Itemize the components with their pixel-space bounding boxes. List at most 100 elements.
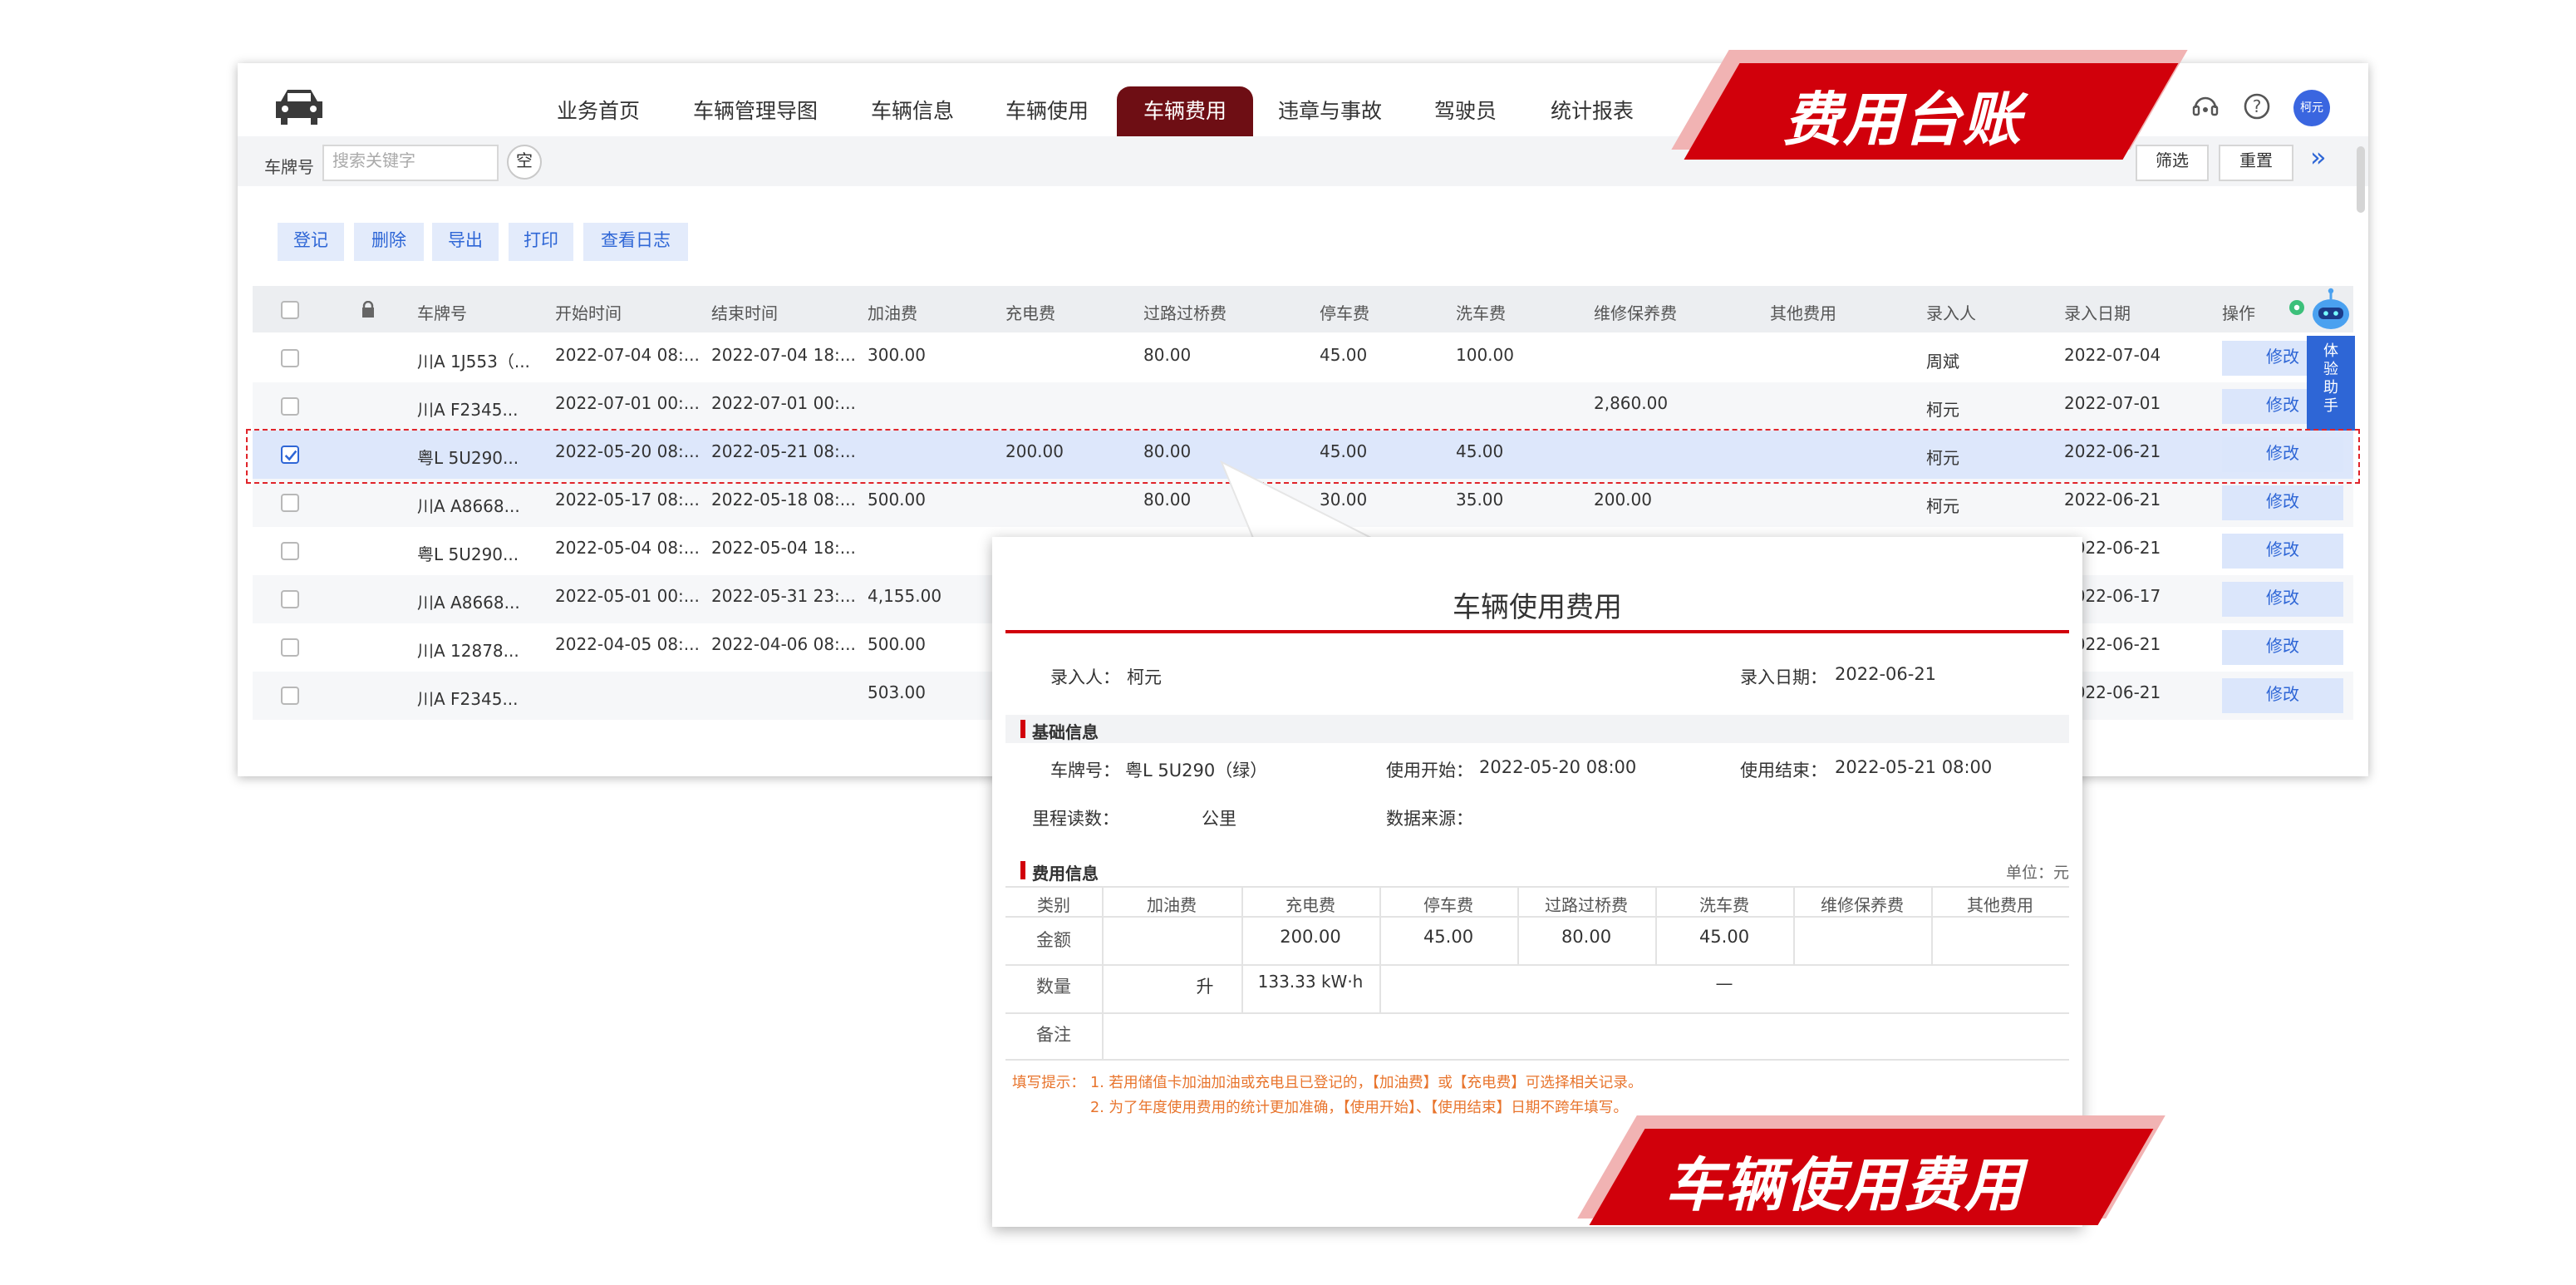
table-row[interactable]: 川A 1J553（... 2022-07-04 08:... 2022-07-04 … — [253, 334, 2353, 382]
fee-column-header-1: 加油费 — [1147, 898, 1197, 916]
experience-assistant[interactable]: 体验助手 — [2305, 288, 2357, 431]
column-settings-icon[interactable] — [2288, 299, 2305, 316]
cell-end: 2022-05-04 18:... — [711, 540, 856, 559]
cell-start: 2022-05-04 08:... — [555, 540, 700, 559]
fee-table-rule — [1005, 1059, 2069, 1061]
cell-start: 2022-05-17 08:... — [555, 492, 700, 510]
edit-button[interactable]: 修改 — [2222, 630, 2343, 665]
title-divider — [1005, 630, 2069, 633]
cell-user: 柯元 — [1926, 499, 1959, 517]
action-button-1[interactable]: 删除 — [354, 223, 424, 261]
fee-column-header-5: 洗车费 — [1699, 898, 1749, 916]
cell-plate: 川A A8668... — [417, 595, 520, 613]
charge-quantity: 133.33 kW·h — [1257, 974, 1364, 992]
fee-table-rule — [1005, 1012, 2069, 1014]
expand-icon[interactable]: » — [2310, 141, 2327, 173]
cell-plate: 川A F2345... — [417, 692, 519, 710]
cell-wash: 35.00 — [1456, 492, 1504, 510]
cell-date: 2022-06-21 — [2064, 492, 2161, 510]
quantity-dash: — — [1715, 974, 1733, 994]
row-checkbox[interactable] — [281, 687, 299, 705]
column-header-11: 录入日期 — [2064, 306, 2131, 324]
column-header-2: 结束时间 — [711, 306, 778, 324]
row-checkbox[interactable] — [281, 494, 299, 512]
column-header-5: 过路过桥费 — [1143, 306, 1227, 324]
cell-end: 2022-07-04 18:... — [711, 347, 856, 366]
cell-date: 2022-07-04 — [2064, 347, 2161, 366]
record-date-value: 2022-06-21 — [1835, 665, 1937, 685]
select-all-checkbox[interactable] — [281, 301, 299, 319]
column-header-7: 洗车费 — [1456, 306, 1506, 324]
clear-button[interactable]: 空 — [507, 145, 542, 180]
lock-icon — [362, 301, 374, 318]
table-row[interactable]: 川A F2345... 2022-07-01 00:... 2022-07-01 0… — [253, 382, 2353, 431]
search-input[interactable]: 搜索关键字 — [322, 145, 499, 181]
reset-button[interactable]: 重置 — [2219, 145, 2293, 181]
nav-tab-5[interactable]: 违章与事故 — [1278, 86, 1382, 136]
fee-column-header-6: 维修保养费 — [1821, 898, 1904, 916]
quantity-label: 数量 — [1036, 977, 1071, 997]
fee-table-rule — [1005, 964, 2069, 966]
row-checkbox[interactable] — [281, 542, 299, 560]
column-header-1: 开始时间 — [555, 306, 622, 324]
assistant-label[interactable]: 体验助手 — [2307, 336, 2355, 431]
action-button-0[interactable]: 登记 — [278, 223, 344, 261]
nav-tab-7[interactable]: 统计报表 — [1551, 86, 1634, 136]
source-label: 数据来源： — [1386, 810, 1473, 830]
banner-fee-text: 车辆使用费用 — [1665, 1154, 2025, 1220]
action-button-3[interactable]: 打印 — [509, 223, 573, 261]
fee-column-header-4: 过路过桥费 — [1545, 898, 1628, 916]
banner-ledger: 费用台账 — [1654, 50, 2188, 163]
action-button-2[interactable]: 导出 — [432, 223, 499, 261]
mileage-unit: 公里 — [1202, 810, 1236, 830]
use-end-label: 使用结束： — [1740, 761, 1827, 781]
fee-info-title: 费用信息 — [1032, 866, 1099, 884]
edit-button[interactable]: 修改 — [2222, 485, 2343, 520]
scrollbar[interactable] — [2357, 146, 2365, 213]
user-avatar[interactable]: 柯元 — [2293, 90, 2330, 126]
nav-tab-4[interactable]: 车辆费用 — [1117, 86, 1253, 136]
row-checkbox[interactable] — [281, 590, 299, 608]
cell-maint: 200.00 — [1594, 492, 1652, 510]
nav-tab-2[interactable]: 车辆信息 — [871, 86, 954, 136]
svg-text:?: ? — [2253, 96, 2262, 116]
recorder-label: 录入人： — [1050, 668, 1120, 688]
cell-start: 2022-04-05 08:... — [555, 637, 700, 655]
cell-fuel: 4,155.00 — [868, 588, 942, 607]
column-header-10: 录入人 — [1926, 306, 1976, 324]
help-icon[interactable]: ? — [2242, 91, 2272, 121]
use-end-value: 2022-05-21 08:00 — [1835, 758, 1993, 778]
nav-tab-0[interactable]: 业务首页 — [557, 86, 640, 136]
cell-plate: 川A 1J553（... — [417, 354, 530, 372]
support-headset-icon[interactable] — [2190, 91, 2220, 121]
cell-fuel: 300.00 — [868, 347, 926, 366]
nav-tab-6[interactable]: 驾驶员 — [1434, 86, 1497, 136]
plate-value: 粤L 5U290（绿） — [1125, 761, 1268, 781]
row-checkbox[interactable] — [281, 397, 299, 416]
edit-button[interactable]: 修改 — [2222, 534, 2343, 569]
row-checkbox[interactable] — [281, 638, 299, 657]
use-start-value: 2022-05-20 08:00 — [1479, 758, 1637, 778]
table-header: 车牌号 开始时间 结束时间 加油费 充电费 过路过桥费 停车费 洗车费 维修保养费 其他费用 录入人… — [253, 286, 2353, 332]
cell-user: 柯元 — [1926, 402, 1959, 421]
column-header-9: 其他费用 — [1770, 306, 1836, 324]
recorder-value: 柯元 — [1127, 668, 1162, 688]
robot-icon — [2313, 288, 2349, 329]
note-label: 备注 — [1036, 1026, 1071, 1046]
fee-column-header-0: 类别 — [1037, 898, 1070, 916]
stage: 业务首页 车辆管理导图 车辆信息 车辆使用 车辆费用 违章与事故 驾驶员 统计报表 ? 柯元 … — [0, 0, 2576, 1285]
cell-fuel: 500.00 — [868, 637, 926, 655]
cell-park: 45.00 — [1320, 347, 1368, 366]
amount-label: 金额 — [1036, 931, 1071, 951]
nav-tab-1[interactable]: 车辆管理导图 — [693, 86, 818, 136]
cell-fuel: 500.00 — [868, 492, 926, 510]
basic-info-section: 基础信息 — [1005, 715, 2069, 743]
column-header-4: 充电费 — [1005, 306, 1055, 324]
edit-button[interactable]: 修改 — [2222, 582, 2343, 617]
action-button-4[interactable]: 查看日志 — [583, 223, 688, 261]
fuel-quantity-unit: 升 — [1196, 977, 1214, 997]
column-header-3: 加油费 — [868, 306, 917, 324]
edit-button[interactable]: 修改 — [2222, 678, 2343, 713]
nav-tab-3[interactable]: 车辆使用 — [1005, 86, 1089, 136]
row-checkbox[interactable] — [281, 349, 299, 367]
